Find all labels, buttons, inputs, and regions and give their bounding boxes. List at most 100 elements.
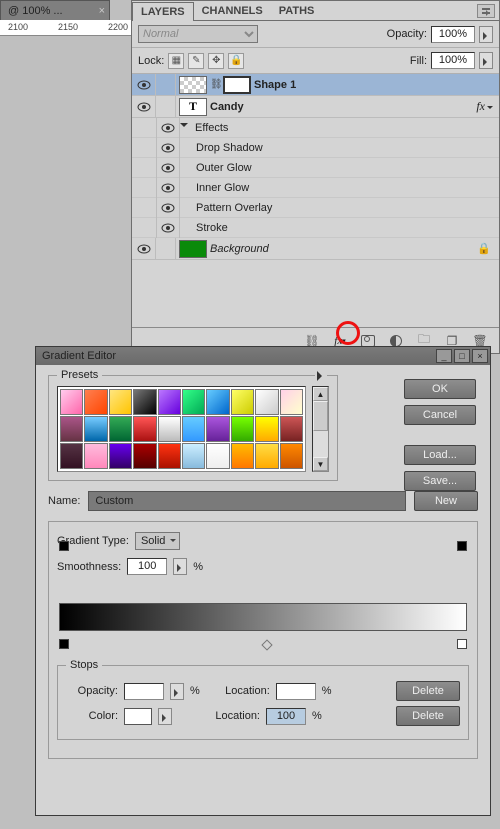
gradient-type-select[interactable]: Solid <box>135 532 180 550</box>
scroll-up-icon[interactable]: ▲ <box>313 387 328 401</box>
visibility-icon[interactable] <box>132 238 156 259</box>
swatch[interactable] <box>182 443 205 469</box>
fill-field[interactable]: 100% <box>431 52 475 69</box>
new-button[interactable]: New <box>414 491 478 511</box>
layer-row-shape1[interactable]: ⛓ Shape 1 <box>132 74 499 96</box>
smoothness-field[interactable]: 100 <box>127 558 167 575</box>
swatch[interactable] <box>280 416 303 442</box>
visibility-icon[interactable] <box>132 74 156 95</box>
minimize-icon[interactable]: _ <box>436 349 452 363</box>
tab-paths[interactable]: PATHS <box>271 2 323 20</box>
color-flyout-icon[interactable] <box>158 708 172 725</box>
effect-row[interactable]: Outer Glow <box>132 158 499 178</box>
effect-row[interactable]: Inner Glow <box>132 178 499 198</box>
layer-thumb[interactable] <box>179 76 207 94</box>
opacity-flyout-icon[interactable] <box>479 26 493 43</box>
swatch[interactable] <box>182 416 205 442</box>
opacity-flyout-icon[interactable] <box>170 683 184 700</box>
swatch[interactable] <box>84 416 107 442</box>
layer-thumb[interactable] <box>179 240 207 258</box>
midpoint-stop[interactable] <box>261 639 272 650</box>
scrollbar[interactable]: ▲ ▼ <box>312 386 329 472</box>
visibility-icon[interactable] <box>156 138 180 158</box>
visibility-icon[interactable] <box>156 118 180 138</box>
effect-row[interactable]: Pattern Overlay <box>132 198 499 218</box>
swatch[interactable] <box>109 416 132 442</box>
opacity-location-field[interactable] <box>276 683 316 700</box>
fx-badge[interactable]: fx <box>476 99 493 114</box>
swatch[interactable] <box>206 389 229 415</box>
close-icon[interactable]: × <box>472 349 488 363</box>
color-stop-left[interactable] <box>59 639 69 649</box>
cancel-button[interactable]: Cancel <box>404 405 476 425</box>
swatch[interactable] <box>158 443 181 469</box>
color-well[interactable] <box>124 708 152 725</box>
save-button[interactable]: Save... <box>404 471 476 491</box>
opacity-stop-right[interactable] <box>457 541 467 551</box>
presets-menu-icon[interactable] <box>315 370 327 382</box>
lock-transparent-icon[interactable]: ▦ <box>168 53 184 69</box>
lock-all-icon[interactable]: 🔒 <box>228 53 244 69</box>
smoothness-flyout-icon[interactable] <box>173 558 187 575</box>
swatch[interactable] <box>206 443 229 469</box>
opacity-field[interactable]: 100% <box>431 26 475 43</box>
visibility-icon[interactable] <box>156 178 180 198</box>
swatch[interactable] <box>60 443 83 469</box>
layer-row-background[interactable]: Background 🔒 <box>132 238 499 260</box>
lock-position-icon[interactable]: ✥ <box>208 53 224 69</box>
visibility-icon[interactable] <box>156 218 180 238</box>
visibility-icon[interactable] <box>132 96 156 117</box>
effect-row[interactable]: Stroke <box>132 218 499 238</box>
swatch[interactable] <box>60 416 83 442</box>
close-icon[interactable]: × <box>99 5 105 17</box>
twist-down-icon[interactable] <box>180 123 190 133</box>
swatch[interactable] <box>280 443 303 469</box>
opacity-stop-field[interactable] <box>124 683 164 700</box>
swatch[interactable] <box>231 443 254 469</box>
opacity-stop-left[interactable] <box>59 541 69 551</box>
swatch[interactable] <box>255 389 278 415</box>
dialog-titlebar[interactable]: Gradient Editor _ □ × <box>36 347 490 365</box>
maximize-icon[interactable]: □ <box>454 349 470 363</box>
visibility-icon[interactable] <box>156 198 180 218</box>
delete-opacity-stop-button[interactable]: Delete <box>396 681 460 701</box>
swatch[interactable] <box>133 389 156 415</box>
load-button[interactable]: Load... <box>404 445 476 465</box>
swatch[interactable] <box>182 389 205 415</box>
document-tab[interactable]: @ 100% ... × <box>0 0 110 20</box>
tab-channels[interactable]: CHANNELS <box>194 2 271 20</box>
lock-pixels-icon[interactable]: ✎ <box>188 53 204 69</box>
gradient-bar[interactable] <box>59 603 467 631</box>
color-location-field[interactable]: 100 <box>266 708 306 725</box>
scroll-down-icon[interactable]: ▼ <box>313 457 328 471</box>
swatch[interactable] <box>60 389 83 415</box>
color-stop-right[interactable] <box>457 639 467 649</box>
delete-color-stop-button[interactable]: Delete <box>396 706 460 726</box>
panel-menu-icon[interactable] <box>477 4 495 18</box>
text-layer-thumb[interactable]: T <box>179 98 207 116</box>
swatch[interactable] <box>231 416 254 442</box>
tab-layers[interactable]: LAYERS <box>132 2 194 21</box>
swatch[interactable] <box>280 389 303 415</box>
effects-header-row[interactable]: Effects <box>132 118 499 138</box>
swatch[interactable] <box>84 443 107 469</box>
swatch[interactable] <box>109 443 132 469</box>
swatch[interactable] <box>158 389 181 415</box>
layer-name[interactable]: Shape 1 <box>254 79 296 91</box>
swatch[interactable] <box>158 416 181 442</box>
swatch[interactable] <box>133 443 156 469</box>
swatch[interactable] <box>255 416 278 442</box>
layer-name[interactable]: Background <box>210 243 269 255</box>
swatch[interactable] <box>231 389 254 415</box>
blend-mode-select[interactable]: Normal <box>138 25 258 43</box>
ok-button[interactable]: OK <box>404 379 476 399</box>
effect-row[interactable]: Drop Shadow <box>132 138 499 158</box>
swatch[interactable] <box>109 389 132 415</box>
vector-mask-thumb[interactable] <box>223 76 251 94</box>
swatch[interactable] <box>255 443 278 469</box>
swatch[interactable] <box>206 416 229 442</box>
visibility-icon[interactable] <box>156 158 180 178</box>
swatch[interactable] <box>84 389 107 415</box>
fill-flyout-icon[interactable] <box>479 52 493 69</box>
layer-row-candy[interactable]: T Candy fx <box>132 96 499 118</box>
